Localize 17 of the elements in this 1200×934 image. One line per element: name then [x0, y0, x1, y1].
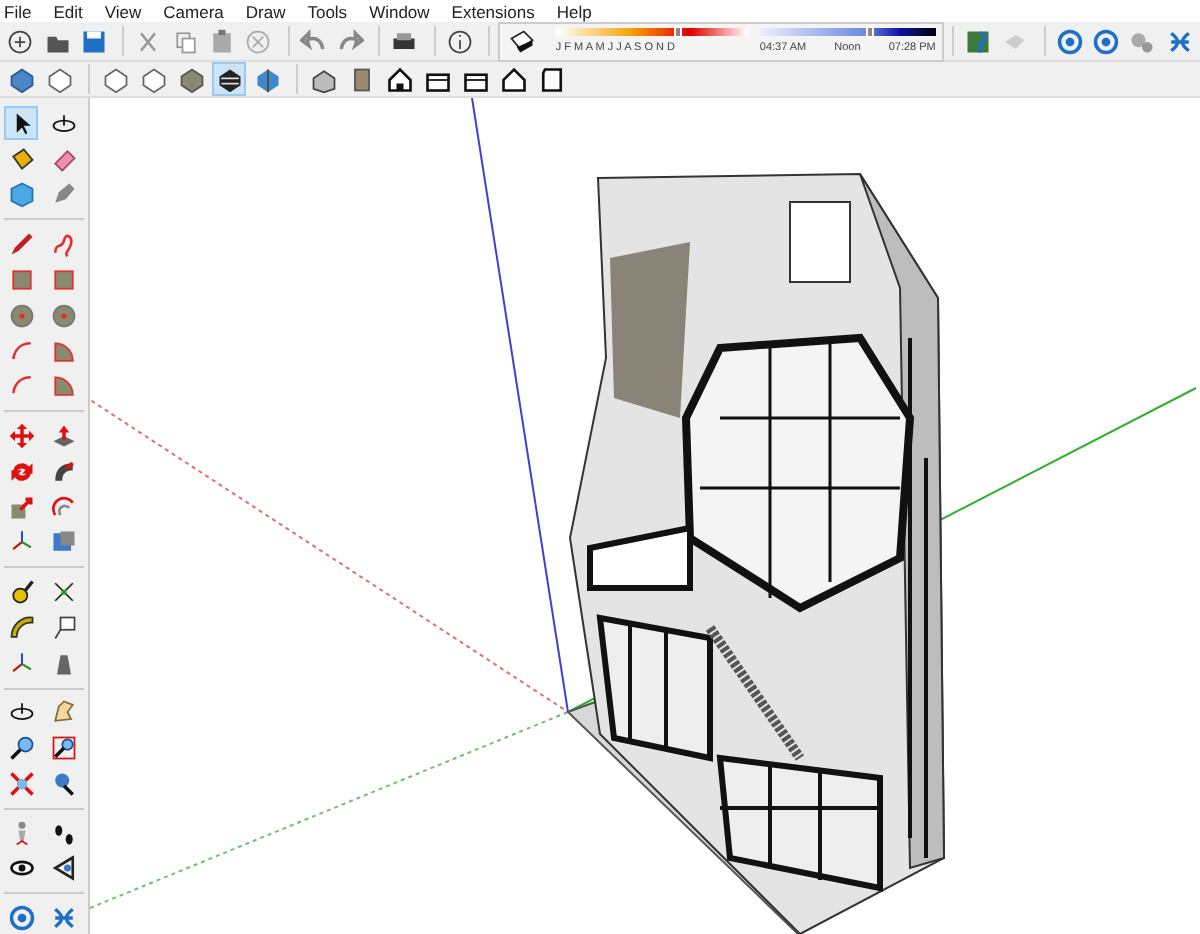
- menu-item[interactable]: Extensions: [451, 1, 535, 21]
- menu-item[interactable]: View: [104, 1, 142, 21]
- menu-item[interactable]: Camera: [163, 1, 224, 21]
- house-icon[interactable]: [382, 62, 416, 96]
- menu-item[interactable]: Draw: [245, 1, 286, 21]
- move-icon[interactable]: [4, 419, 38, 454]
- slider-thumb[interactable]: [674, 26, 683, 38]
- select-icon[interactable]: [4, 106, 38, 141]
- time-slider[interactable]: [759, 28, 936, 36]
- slider-thumb[interactable]: [865, 26, 874, 38]
- menu-item[interactable]: Help: [556, 1, 592, 21]
- menu-item[interactable]: Window: [369, 1, 430, 21]
- zoom-extents-icon[interactable]: [4, 766, 38, 801]
- menu-item[interactable]: File: [4, 1, 32, 21]
- menu-item[interactable]: Tools: [307, 1, 348, 21]
- month-slider[interactable]: [555, 28, 748, 36]
- menu-item[interactable]: Edit: [53, 1, 83, 21]
